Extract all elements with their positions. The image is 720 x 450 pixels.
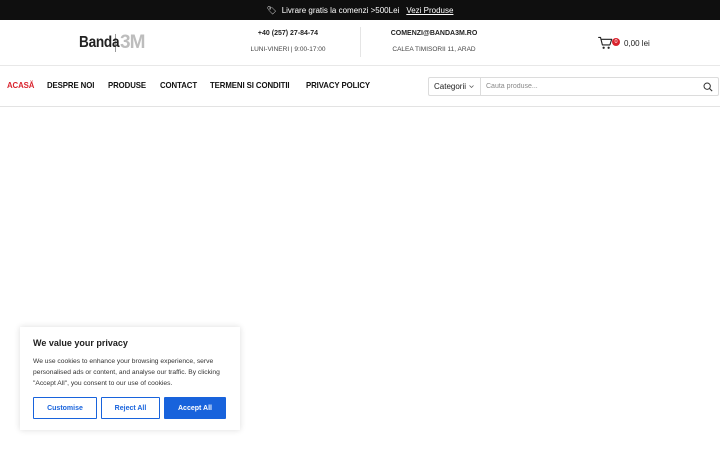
reject-all-button[interactable]: Reject All <box>101 397 160 419</box>
category-select[interactable]: Categorii <box>429 78 481 95</box>
email-block: COMENZI@BANDA3M.RO CALEA TIMISORII 11, A… <box>380 30 488 53</box>
phone-number[interactable]: +40 (257) 27-84-74 <box>236 30 340 37</box>
site-header: Banda 3M +40 (257) 27-84-74 LUNI-VINERI … <box>0 20 720 66</box>
search-icon <box>703 82 713 92</box>
customise-button[interactable]: Customise <box>33 397 97 419</box>
cookie-buttons: Customise Reject All Accept All <box>33 397 226 419</box>
main-navbar: Acasă Despre noi Produse Contact Termeni… <box>0 66 720 107</box>
cart-icon <box>598 36 613 49</box>
accept-all-button[interactable]: Accept All <box>164 397 226 419</box>
promo-text: Livrare gratis la comenzi >500Lei <box>281 5 400 15</box>
opening-hours: LUNI-VINERI | 9:00-17:00 <box>250 46 326 53</box>
chevron-down-icon <box>469 85 474 88</box>
cookie-title: We value your privacy <box>33 338 128 348</box>
main-nav: Acasă Despre noi Produse Contact Termeni… <box>7 80 386 90</box>
nav-item-produse[interactable]: Produse <box>108 80 146 90</box>
phone-block: +40 (257) 27-84-74 LUNI-VINERI | 9:00-17… <box>236 30 340 53</box>
cookie-consent-banner: We value your privacy We use cookies to … <box>20 327 240 430</box>
cart-total: 0,00 lei <box>624 38 650 48</box>
site-logo[interactable]: Banda 3M <box>79 32 145 54</box>
nav-item-contact[interactable]: Contact <box>160 80 197 90</box>
search-input[interactable] <box>481 78 698 95</box>
category-select-label: Categorii <box>434 82 467 91</box>
cart-count-badge: 0 <box>612 38 620 46</box>
logo-mark: 3M <box>120 32 145 53</box>
nav-item-termeni[interactable]: Termeni si conditii <box>210 80 290 90</box>
header-divider <box>360 27 361 57</box>
promo-bar: 🏷 Livrare gratis la comenzi >500Lei Vezi… <box>0 0 720 20</box>
street-address: CALEA TIMISORII 11, ARAD <box>392 46 476 53</box>
logo-word: Banda <box>79 34 120 51</box>
cookie-text: We use cookies to enhance your browsing … <box>33 358 220 387</box>
nav-item-despre-noi[interactable]: Despre noi <box>47 80 94 90</box>
email-address[interactable]: COMENZI@BANDA3M.RO <box>380 30 488 37</box>
promo-link[interactable]: Vezi Produse <box>406 6 453 15</box>
tag-icon: 🏷 <box>266 5 277 15</box>
search-button[interactable] <box>698 78 718 95</box>
cart-button[interactable]: 0 0,00 lei <box>598 35 650 51</box>
nav-item-privacy-policy[interactable]: Privacy Policy <box>306 80 370 90</box>
nav-item-acasa[interactable]: Acasă <box>7 80 34 90</box>
product-search: Categorii <box>428 77 719 96</box>
